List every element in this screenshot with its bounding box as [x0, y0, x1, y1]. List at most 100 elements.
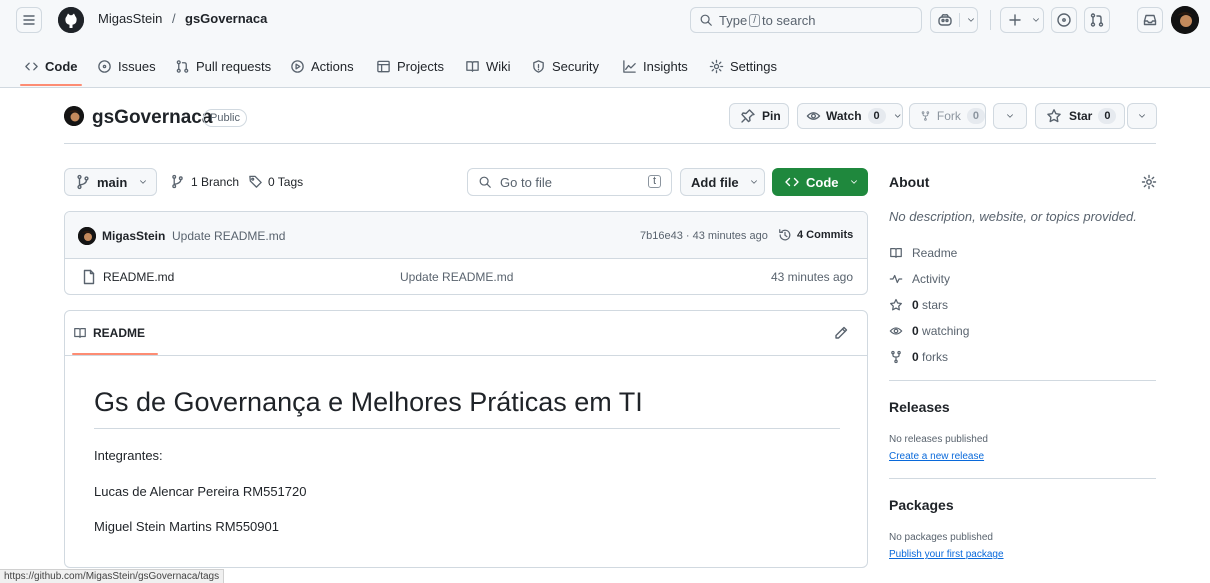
visibility-badge: Public [203, 109, 247, 127]
sidebar-item-forks[interactable]: 0 forks [889, 349, 948, 365]
fork-label: Fork [936, 109, 961, 123]
copilot-button[interactable] [930, 7, 978, 33]
fork-button[interactable]: Fork 0 [909, 103, 986, 129]
book-icon [466, 60, 479, 72]
issues-button[interactable] [1051, 7, 1077, 33]
commits-count: 4 Commits [797, 229, 854, 241]
readme-tab-indicator [72, 353, 158, 355]
sidebar-item-stars[interactable]: 0 stars [889, 297, 948, 313]
code-dropdown-button[interactable]: Code [772, 168, 868, 196]
commits-history-link[interactable]: 4 Commits [778, 228, 853, 242]
commit-message[interactable]: Update README.md [172, 229, 285, 243]
create-release-link[interactable]: Create a new release [889, 451, 984, 462]
go-to-file-input[interactable]: Go to file t [467, 168, 672, 196]
commit-author-avatar[interactable] [78, 227, 96, 245]
file-name[interactable]: README.md [103, 270, 174, 284]
branch-name: main [97, 174, 128, 190]
readme-paragraph: Lucas de Alencar Pereira RM551720 [94, 484, 307, 499]
releases-title[interactable]: Releases [889, 399, 950, 415]
chevron-down-icon [140, 180, 147, 184]
fork-icon [921, 111, 930, 121]
chevron-down-icon [1033, 18, 1039, 22]
go-to-file-placeholder: Go to file [500, 174, 553, 190]
sidebar-item-readme[interactable]: Readme [889, 245, 957, 261]
star-icon [1047, 109, 1061, 123]
play-icon [291, 59, 304, 73]
user-avatar[interactable] [1171, 6, 1199, 34]
github-logo-icon[interactable] [58, 7, 84, 33]
tab-pull-requests[interactable]: Pull requests [175, 58, 271, 74]
file-list: MigasStein Update README.md 7b16e43 · 43… [64, 211, 868, 295]
tab-security[interactable]: Security [531, 58, 599, 74]
stars-count: 0 [912, 298, 919, 312]
tab-actions[interactable]: Actions [290, 58, 354, 74]
pin-button[interactable]: Pin [729, 103, 789, 129]
readme-heading-rule [94, 428, 840, 429]
table-row[interactable]: README.md Update README.md 43 minutes ag… [65, 260, 867, 294]
breadcrumb-separator: / [172, 11, 176, 26]
breadcrumb-owner[interactable]: MigasStein [98, 11, 162, 26]
commit-hash-time[interactable]: 7b16e43 · 43 minutes ago [640, 230, 768, 242]
add-file-button[interactable]: Add file [680, 168, 765, 196]
star-dropdown-button[interactable] [1127, 103, 1157, 129]
branches-link[interactable]: 1 Branch [170, 174, 239, 189]
file-commit-age: 43 minutes ago [770, 270, 853, 284]
hamburger-menu-button[interactable] [16, 7, 42, 33]
table-icon [377, 60, 390, 72]
hamburger-icon [23, 15, 35, 25]
tab-pull-requests-label: Pull requests [196, 58, 272, 74]
star-button[interactable]: Star 0 [1035, 103, 1125, 129]
file-commit-message[interactable]: Update README.md [400, 270, 513, 284]
search-placeholder-suffix: to search [761, 12, 816, 28]
tab-insights-label: Insights [643, 58, 688, 74]
readme-panel: README Gs de Governança e Melhores Práti… [64, 310, 868, 568]
inbox-button[interactable] [1137, 7, 1163, 33]
sidebar-item-activity[interactable]: Activity [889, 271, 950, 287]
tab-code[interactable]: Code [24, 58, 78, 74]
latest-commit-bar: MigasStein Update README.md 7b16e43 · 43… [65, 212, 867, 259]
create-new-button[interactable] [1000, 7, 1044, 33]
pencil-icon[interactable] [833, 325, 849, 341]
fork-icon [891, 350, 901, 364]
fork-dropdown-button[interactable] [993, 103, 1027, 129]
watching-label: watching [922, 324, 970, 338]
issue-icon [98, 59, 111, 73]
book-icon [74, 328, 86, 338]
tag-icon [249, 175, 262, 188]
branch-selector[interactable]: main [64, 168, 157, 196]
publish-package-link[interactable]: Publish your first package [889, 549, 1004, 560]
gear-icon[interactable] [1141, 174, 1157, 190]
tab-actions-label: Actions [311, 58, 354, 74]
chevron-down-icon [750, 180, 757, 184]
tab-wiki[interactable]: Wiki [465, 58, 511, 74]
pin-label: Pin [762, 109, 781, 123]
pull-requests-button[interactable] [1084, 7, 1110, 33]
tags-link[interactable]: 0 Tags [248, 174, 303, 189]
tab-issues[interactable]: Issues [97, 58, 156, 74]
fork-count: 0 [966, 108, 985, 124]
star-icon [890, 298, 902, 311]
sidebar-item-label: Activity [912, 272, 951, 286]
packages-title[interactable]: Packages [889, 497, 954, 513]
repo-title[interactable]: gsGovernaca [92, 107, 212, 129]
search-shortcut-key: / [749, 13, 760, 27]
go-to-file-shortcut: t [647, 175, 661, 188]
watch-button[interactable]: Watch 0 [797, 103, 903, 129]
sidebar-item-watching[interactable]: 0 watching [889, 323, 969, 339]
readme-tab[interactable]: README [73, 326, 145, 340]
tab-insights[interactable]: Insights [622, 58, 688, 74]
tab-projects[interactable]: Projects [376, 58, 444, 74]
readme-tab-label: README [93, 326, 146, 340]
global-search-input[interactable]: Type / to search [690, 7, 922, 33]
chevron-down-icon [1007, 114, 1013, 118]
global-header: MigasStein / gsGovernaca Type / to searc… [0, 0, 1210, 40]
branch-icon [172, 174, 183, 189]
breadcrumb-repo[interactable]: gsGovernaca [185, 11, 267, 26]
chevron-down-icon [894, 114, 901, 118]
book-icon [890, 248, 902, 258]
shield-icon [533, 59, 544, 73]
commit-author[interactable]: MigasStein [102, 229, 165, 243]
repo-owner-avatar [64, 106, 84, 126]
sidebar-divider [889, 380, 1156, 381]
tab-settings[interactable]: Settings [709, 58, 777, 74]
